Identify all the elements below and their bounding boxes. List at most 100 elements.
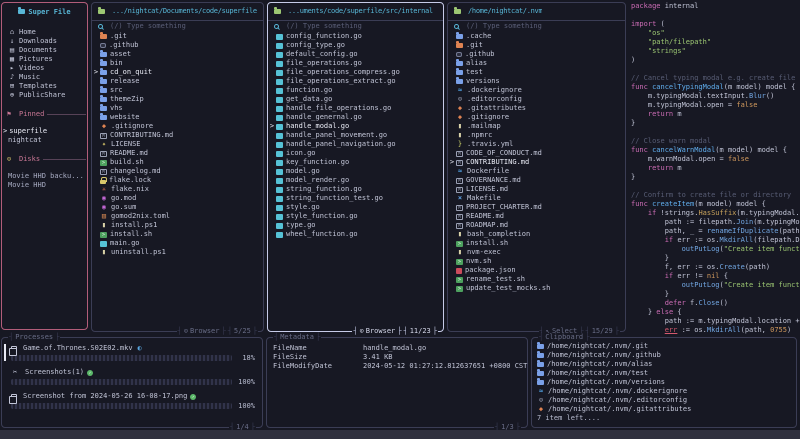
search-icon [274, 24, 279, 29]
file-row[interactable]: README.md [92, 149, 263, 158]
file-row[interactable]: test [448, 68, 625, 77]
file-row[interactable]: type.go [268, 221, 443, 230]
file-row[interactable]: Makefile [448, 194, 625, 203]
file-row[interactable]: go.mod [92, 194, 263, 203]
file-row[interactable]: nvm-exec [448, 248, 625, 257]
file-row[interactable]: .npmrc [448, 131, 625, 140]
file-row[interactable]: .travis.yml [448, 140, 625, 149]
file-row[interactable]: install.sh [92, 230, 263, 239]
file-row[interactable]: handle_panel_navigation.go [268, 140, 443, 149]
disk-item[interactable]: Movie HHD [2, 181, 87, 190]
file-row[interactable]: function.go [268, 86, 443, 95]
file-name: .github [109, 41, 139, 50]
file-row[interactable]: model.go [268, 167, 443, 176]
disk-item[interactable]: Movie HHD backu... [2, 172, 87, 181]
file-row[interactable]: go.sum [92, 203, 263, 212]
file-row[interactable]: wheel_function.go [268, 230, 443, 239]
sidebar-item[interactable]: Videos [2, 64, 87, 73]
pinned-item[interactable]: superfile [2, 127, 87, 136]
file-row[interactable]: flake.nix [92, 185, 263, 194]
file-row[interactable]: file_operations_extract.go [268, 77, 443, 86]
sidebar-item[interactable]: Downloads [2, 37, 87, 46]
file-row[interactable]: config_function.go [268, 32, 443, 41]
file-row[interactable]: uninstall.ps1 [92, 248, 263, 257]
sidebar-item[interactable]: Music [2, 73, 87, 82]
sidebar-item[interactable]: PublicShare [2, 91, 87, 100]
file-row[interactable]: ROADMAP.md [448, 221, 625, 230]
file-name: .cache [466, 32, 491, 41]
file-row[interactable]: .mailmap [448, 122, 625, 131]
file-row[interactable]: .dockerignore [448, 86, 625, 95]
file-row[interactable]: release [92, 77, 263, 86]
file-row[interactable]: src [92, 86, 263, 95]
search-bar[interactable]: (/) Type something [268, 21, 443, 32]
file-row[interactable]: flake.lock [92, 176, 263, 185]
file-row[interactable]: main.go [92, 239, 263, 248]
file-row[interactable]: handle_panel_movement.go [268, 131, 443, 140]
file-row[interactable]: versions [448, 77, 625, 86]
file-row[interactable]: bin [92, 59, 263, 68]
file-row[interactable]: style_function.go [268, 212, 443, 221]
file-row[interactable]: PROJECT_CHARTER.md [448, 203, 625, 212]
file-row[interactable]: vhs [92, 104, 263, 113]
file-row[interactable]: install.sh [448, 239, 625, 248]
file-row[interactable]: LICENSE.md [448, 185, 625, 194]
file-row[interactable]: README.md [448, 212, 625, 221]
file-row[interactable]: .gitignore [92, 122, 263, 131]
file-row[interactable]: rename_test.sh [448, 275, 625, 284]
file-row[interactable]: file_operations_compress.go [268, 68, 443, 77]
sidebar-item[interactable]: Pictures [2, 55, 87, 64]
file-row[interactable]: bash_completion [448, 230, 625, 239]
file-row[interactable]: nvm.sh [448, 257, 625, 266]
file-row[interactable]: CONTRIBUTING.md [448, 158, 625, 167]
process-item[interactable]: Screenshot from 2024-05-26 16-08-17.png … [11, 392, 255, 410]
file-row[interactable]: .git [448, 41, 625, 50]
file-row[interactable]: .gitattributes [448, 104, 625, 113]
file-row[interactable]: package.json [448, 266, 625, 275]
process-item[interactable]: Game.of.Thrones.S02E02.mkv 18% [11, 344, 255, 362]
search-bar[interactable]: (/) Type something [448, 21, 625, 32]
file-row[interactable]: string_function_test.go [268, 194, 443, 203]
file-row[interactable]: style.go [268, 203, 443, 212]
file-row[interactable]: CONTRIBUTING.md [92, 131, 263, 140]
file-row[interactable]: .editorconfig [448, 95, 625, 104]
file-row[interactable]: default_config.go [268, 50, 443, 59]
file-row[interactable]: key_function.go [268, 158, 443, 167]
file-row[interactable]: model_render.go [268, 176, 443, 185]
file-row[interactable]: LICENSE [92, 140, 263, 149]
file-row[interactable]: themeZip [92, 95, 263, 104]
file-row[interactable]: config_type.go [268, 41, 443, 50]
file-row[interactable]: .github [448, 50, 625, 59]
file-row[interactable]: website [92, 113, 263, 122]
file-row[interactable]: .gitignore [448, 113, 625, 122]
process-item[interactable]: Screenshots(1) 100% [11, 368, 255, 386]
file-row[interactable]: GOVERNANCE.md [448, 176, 625, 185]
file-row[interactable]: changelog.md [92, 167, 263, 176]
sidebar-item[interactable]: Templates [2, 82, 87, 91]
file-name: install.ps1 [111, 221, 157, 230]
file-row[interactable]: .github [92, 41, 263, 50]
file-row[interactable]: cd_on_quit [92, 68, 263, 77]
file-row[interactable]: string_function.go [268, 185, 443, 194]
file-row[interactable]: icon.go [268, 149, 443, 158]
file-row[interactable]: update_test_mocks.sh [448, 284, 625, 293]
file-row[interactable]: build.sh [92, 158, 263, 167]
file-row[interactable]: asset [92, 50, 263, 59]
file-row[interactable]: .cache [448, 32, 625, 41]
file-row[interactable]: file_operations.go [268, 59, 443, 68]
sidebar-item[interactable]: Documents [2, 46, 87, 55]
search-bar[interactable]: (/) Type something [92, 21, 263, 32]
file-row[interactable]: gomod2nix.toml [92, 212, 263, 221]
file-row[interactable]: install.ps1 [92, 221, 263, 230]
file-row[interactable]: Dockerfile [448, 167, 625, 176]
md-icon [100, 151, 107, 157]
pinned-item[interactable]: nightcat [2, 136, 87, 145]
file-row[interactable]: handle_modal.go [268, 122, 443, 131]
file-row[interactable]: handle_genernal.go [268, 113, 443, 122]
file-row[interactable]: CODE_OF_CONDUCT.md [448, 149, 625, 158]
sidebar-item[interactable]: Home [2, 28, 87, 37]
file-row[interactable]: handle_file_operations.go [268, 104, 443, 113]
file-row[interactable]: alias [448, 59, 625, 68]
file-row[interactable]: .git [92, 32, 263, 41]
file-row[interactable]: get_data.go [268, 95, 443, 104]
